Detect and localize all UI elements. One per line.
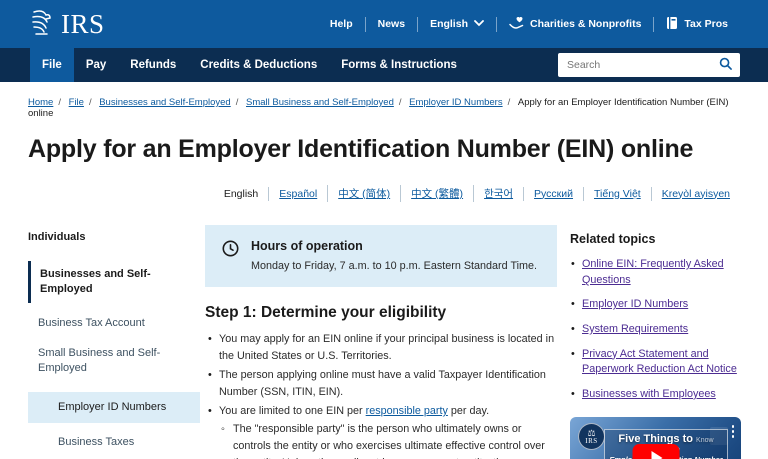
irs-wordmark: IRS (61, 8, 105, 39)
related-link-online-ein-faq[interactable]: Online EIN: Frequently Asked Questions (582, 258, 724, 286)
irs-seal-text: IRS (585, 436, 598, 445)
language-dropdown-label: English (430, 18, 468, 30)
charities-nonprofits-link[interactable]: Charities & Nonprofits (497, 16, 653, 33)
hand-heart-icon (509, 16, 524, 33)
hours-text: Monday to Friday, 7 a.m. to 10 p.m. East… (251, 260, 538, 272)
clock-icon (222, 240, 239, 272)
responsible-party-definition: The "responsible party" is the person wh… (233, 423, 545, 459)
sidebar-item-small-business[interactable]: Small Business and Self-Employed (28, 346, 200, 376)
sidebar-item-business-taxes[interactable]: Business Taxes (28, 435, 200, 450)
book-icon (666, 16, 678, 33)
related-topics-title: Related topics (570, 232, 656, 246)
utility-nav: Help News English Charities & Nonprofits (318, 16, 740, 33)
related-link-businesses-with-employees[interactable]: Businesses with Employees (582, 388, 716, 400)
nav-tab-pay[interactable]: Pay (74, 48, 118, 82)
language-bar: English Español 中文 (简体) 中文 (繁體) 한국어 Русс… (28, 185, 740, 202)
left-sidebar-nav: Individuals Businesses and Self-Employed… (28, 225, 200, 459)
related-topics-panel: Related topics Online EIN: Frequently As… (570, 225, 741, 459)
language-link-espanol[interactable]: Español (268, 186, 327, 201)
irs-eagle-icon (28, 7, 58, 42)
language-link-vietnamese[interactable]: Tiếng Việt (583, 186, 651, 201)
play-icon (651, 450, 663, 459)
page-title: Apply for an Employer Identification Num… (28, 135, 694, 163)
nav-tab-forms-instructions[interactable]: Forms & Instructions (329, 48, 469, 82)
list-item: Businesses with Employees (570, 387, 741, 403)
primary-nav: File Pay Refunds Credits & Deductions Fo… (0, 48, 768, 82)
search-button[interactable] (711, 57, 740, 73)
search-box (558, 53, 740, 77)
eligibility-bullet-2: The person applying online must have a v… (219, 369, 546, 399)
hours-content: Hours of operation Monday to Friday, 7 a… (251, 239, 537, 272)
breadcrumb: Home File Businesses and Self-Employed S… (28, 97, 740, 119)
breadcrumb-businesses[interactable]: Businesses and Self-Employed (99, 97, 231, 108)
related-link-employer-id-numbers[interactable]: Employer ID Numbers (582, 298, 688, 310)
main-column: Hours of operation Monday to Friday, 7 a… (205, 225, 557, 459)
related-link-privacy-act[interactable]: Privacy Act Statement and Paperwork Redu… (582, 348, 737, 376)
sidebar-item-businesses[interactable]: Businesses and Self-Employed (28, 260, 200, 303)
hours-title: Hours of operation (251, 239, 363, 253)
responsible-party-link[interactable]: responsible party (366, 405, 448, 417)
news-link[interactable]: News (366, 18, 417, 30)
breadcrumb-employer-id[interactable]: Employer ID Numbers (409, 97, 502, 108)
list-item: System Requirements (570, 322, 741, 338)
language-link-haitian-creole[interactable]: Kreyòl ayisyen (650, 186, 740, 201)
search-input[interactable] (558, 59, 711, 71)
list-item: You are limited to one EIN per responsib… (205, 403, 557, 459)
list-item: Employer ID Numbers (570, 297, 741, 313)
list-item: You may apply for an EIN online if your … (205, 331, 557, 365)
eligibility-bullet-3-pre: You are limited to one EIN per (219, 405, 366, 418)
nav-tab-refunds[interactable]: Refunds (118, 48, 188, 82)
language-current: English (223, 187, 259, 200)
sub-list: The "responsible party" is the person wh… (219, 421, 557, 459)
sidebar-item-employer-id-numbers[interactable]: Employer ID Numbers (28, 392, 200, 423)
irs-seal-badge: ⚖ IRS (578, 423, 605, 451)
site-header: IRS Help News English Charities & Nonpro… (0, 0, 768, 48)
list-item: Privacy Act Statement and Paperwork Redu… (570, 347, 741, 378)
list-item: Online EIN: Frequently Asked Questions (570, 257, 741, 288)
youtube-play-button[interactable] (632, 444, 679, 459)
language-dropdown[interactable]: English (418, 18, 496, 30)
nav-tab-file[interactable]: File (30, 48, 74, 82)
list-item: The person applying online must have a v… (205, 367, 557, 401)
eligibility-bullet-3-post: per day. (447, 405, 490, 418)
kebab-menu-icon[interactable] (731, 425, 734, 438)
content-area: Individuals Businesses and Self-Employed… (28, 225, 741, 459)
sidebar-item-individuals[interactable]: Individuals (28, 230, 200, 245)
charities-label: Charities & Nonprofits (529, 18, 642, 30)
help-link[interactable]: Help (318, 18, 365, 30)
step1-heading: Step 1: Determine your eligibility (205, 304, 447, 321)
breadcrumb-file[interactable]: File (69, 97, 84, 108)
language-link-chinese-simplified[interactable]: 中文 (简体) (327, 185, 400, 202)
video-title-know: Know (696, 437, 714, 445)
tax-pros-label: Tax Pros (684, 18, 728, 30)
chevron-down-icon (474, 18, 484, 30)
video-thumbnail[interactable]: ⚖ IRS Five Things to Know About the Empl… (570, 417, 741, 459)
related-link-system-requirements[interactable]: System Requirements (582, 323, 688, 335)
search-icon (719, 57, 732, 73)
breadcrumb-home[interactable]: Home (28, 97, 53, 108)
nav-tab-credits-deductions[interactable]: Credits & Deductions (188, 48, 329, 82)
sidebar-item-business-tax-account[interactable]: Business Tax Account (28, 316, 200, 331)
breadcrumb-small-business[interactable]: Small Business and Self-Employed (246, 97, 394, 108)
eligibility-list: You may apply for an EIN online if your … (205, 331, 557, 459)
list-item: The "responsible party" is the person wh… (219, 421, 557, 459)
eligibility-bullet-1: You may apply for an EIN online if your … (219, 333, 555, 363)
tax-pros-link[interactable]: Tax Pros (654, 16, 740, 33)
language-link-chinese-traditional[interactable]: 中文 (繁體) (400, 185, 473, 202)
language-link-russian[interactable]: Русский (523, 186, 583, 201)
language-link-korean[interactable]: 한국어 (473, 185, 523, 202)
hours-of-operation-callout: Hours of operation Monday to Friday, 7 a… (205, 225, 557, 287)
irs-home-logo[interactable]: IRS (28, 7, 105, 42)
irs-seal-mark: ⚖ (587, 427, 596, 438)
related-topics-list: Online EIN: Frequently Asked Questions E… (570, 257, 741, 402)
